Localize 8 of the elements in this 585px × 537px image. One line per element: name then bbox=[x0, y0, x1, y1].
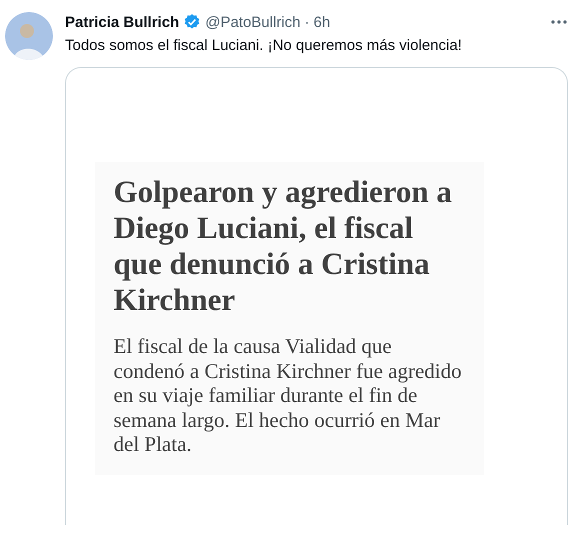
media-card[interactable] bbox=[65, 67, 568, 525]
tweet-text: Todos somos el fiscal Luciani. ¡No queremos más violencia! bbox=[65, 36, 463, 56]
author-handle[interactable]: @PatoBullrich bbox=[205, 14, 300, 30]
article-summary: El fiscal de la causa Vialidad que condenó a Cristina Kirchner fue agredido en su viaje familiar durante el fin de semana largo. El hecho ocurrió en Mar del Plata. bbox=[114, 334, 463, 456]
separator: · bbox=[304, 14, 310, 30]
timestamp[interactable]: 6h bbox=[314, 14, 330, 30]
author-name[interactable]: Patricia Bullrich bbox=[65, 14, 180, 30]
article-headline: Golpearon y agredieron a Diego Luciani, el fiscal que denunció a Cristina Kirchner bbox=[114, 174, 453, 318]
